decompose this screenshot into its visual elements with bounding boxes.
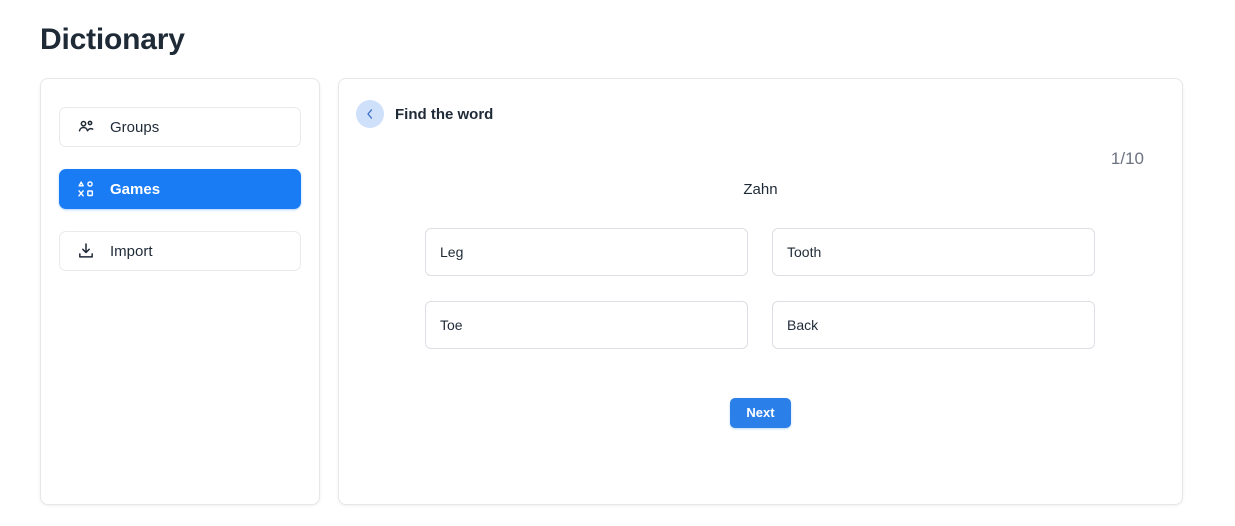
game-buttons-icon bbox=[76, 179, 96, 199]
sidebar-item-groups[interactable]: Groups bbox=[59, 107, 301, 147]
answer-option[interactable]: Toe bbox=[425, 301, 748, 349]
answer-option[interactable]: Leg bbox=[425, 228, 748, 276]
answer-option[interactable]: Back bbox=[772, 301, 1095, 349]
sidebar-panel: Groups Games Import bbox=[40, 78, 320, 505]
game-panel: Find the word 1/10 Zahn Leg Tooth Toe Ba… bbox=[338, 78, 1183, 505]
game-header: Find the word bbox=[356, 100, 493, 128]
sidebar-nav-list: Groups Games Import bbox=[59, 107, 301, 271]
users-icon bbox=[76, 117, 96, 137]
sidebar-item-games[interactable]: Games bbox=[59, 169, 301, 209]
answer-option-label: Leg bbox=[440, 244, 464, 260]
answer-option-label: Tooth bbox=[787, 244, 822, 260]
app-root: Dictionary Groups Games Import Find the … bbox=[0, 0, 1235, 526]
chevron-left-icon bbox=[363, 107, 377, 121]
answer-options: Leg Tooth Toe Back bbox=[425, 228, 1095, 349]
game-title: Find the word bbox=[395, 105, 494, 123]
question-counter: 1/10 bbox=[1110, 149, 1144, 168]
page-title: Dictionary bbox=[40, 23, 185, 56]
sidebar-item-label: Games bbox=[110, 180, 161, 198]
sidebar-item-import[interactable]: Import bbox=[59, 231, 301, 271]
answer-option-label: Toe bbox=[440, 317, 463, 333]
prompt-word: Zahn bbox=[743, 181, 778, 198]
download-icon bbox=[76, 241, 96, 261]
next-button[interactable]: Next bbox=[730, 398, 791, 429]
answer-option[interactable]: Tooth bbox=[772, 228, 1095, 276]
sidebar-item-label: Groups bbox=[110, 118, 160, 136]
back-button[interactable] bbox=[356, 100, 384, 128]
sidebar-item-label: Import bbox=[110, 242, 153, 260]
answer-option-label: Back bbox=[787, 317, 819, 333]
next-button-row: Next bbox=[339, 398, 1182, 429]
